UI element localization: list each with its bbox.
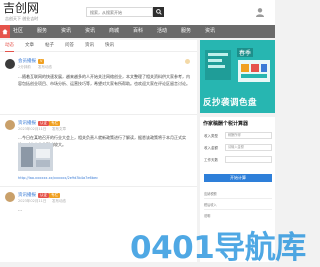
- main-nav: 社区 服务 资讯 资讯 商城 百科 活动 服务 资讯: [0, 25, 275, 38]
- divider: [204, 209, 272, 210]
- nav-item[interactable]: 服务: [37, 25, 47, 38]
- calc-label: 收入金额: [204, 146, 218, 150]
- post-author[interactable]: 资讯播报: [18, 120, 36, 126]
- ad-slogan: 反抄袭调色盘: [203, 98, 258, 108]
- more-icon[interactable]: [185, 59, 190, 64]
- post-time: 2分钟前: [18, 65, 31, 69]
- nav-item[interactable]: 资讯: [61, 25, 71, 38]
- nav-item[interactable]: 资讯: [205, 25, 215, 38]
- tab-dynamic[interactable]: 动态: [5, 40, 14, 52]
- nav-item[interactable]: 服务: [181, 25, 191, 38]
- tab-article[interactable]: 文章: [25, 40, 34, 51]
- column-badge: 专栏: [49, 193, 60, 198]
- post-source: 发布文章: [52, 127, 66, 131]
- post-source: 发布动态: [38, 65, 52, 69]
- post-source: 发布动态: [52, 199, 66, 203]
- calculator-title: 作家稿酬个税计算器: [203, 121, 249, 127]
- income-type-select[interactable]: 稿酬所得: [225, 132, 272, 139]
- post-time: 2023年02月11日: [18, 199, 47, 203]
- watermark: 0401导航库: [130, 230, 306, 266]
- avatar[interactable]: [5, 120, 15, 130]
- post-text: …随着互联网的快速发展，越来越多的人开始关注网络创业，本文整理了相关资料供大家参…: [18, 74, 190, 86]
- divider: [204, 198, 272, 199]
- result-label: 应纳税额: [204, 192, 217, 196]
- nav-home-button[interactable]: [0, 25, 10, 38]
- search-input[interactable]: [86, 7, 153, 17]
- site-tagline: 吉创天下 创业吉时: [5, 16, 39, 21]
- post-text: …: [18, 207, 22, 212]
- income-amount-placeholder: 请输入金额: [228, 145, 244, 149]
- nav-item[interactable]: 活动: [157, 25, 167, 38]
- column-badge: 专栏: [49, 121, 60, 126]
- site-logo[interactable]: 吉创网: [3, 2, 39, 15]
- avatar[interactable]: [5, 59, 15, 69]
- tab-post[interactable]: 帖子: [45, 40, 54, 51]
- nav-item[interactable]: 资讯: [85, 25, 95, 38]
- verified-badge: 认证: [38, 193, 49, 198]
- verified-badge: 认证: [38, 121, 49, 126]
- post-author[interactable]: 资讯播报: [18, 192, 36, 198]
- nav-item[interactable]: 百科: [133, 25, 143, 38]
- ad-label: 春季: [237, 48, 254, 57]
- nav-item[interactable]: 社区: [13, 25, 23, 38]
- site-header: 吉创网 吉创天下 创业吉时: [0, 0, 275, 25]
- image-thumbnail-icon: [18, 143, 53, 171]
- search-icon: [156, 9, 162, 15]
- nav-item[interactable]: 商城: [109, 25, 119, 38]
- calculate-button[interactable]: 开始计算: [204, 174, 272, 182]
- divider: [0, 114, 197, 115]
- calc-label: 工作天数: [204, 158, 218, 162]
- home-icon: [2, 29, 8, 35]
- divider: [0, 186, 197, 187]
- income-amount-field[interactable]: 请输入金额: [225, 144, 272, 151]
- ad-banner[interactable]: 春季 反抄袭调色盘: [200, 40, 275, 113]
- post-link[interactable]: http://lao.xxxxxx.xx/xxxxxx/2e9d3b4a7e6b…: [18, 176, 98, 180]
- search-button[interactable]: [153, 7, 164, 17]
- avatar[interactable]: [5, 192, 15, 202]
- post-author[interactable]: 会员播报: [18, 58, 36, 64]
- post-time: 2023年02月11日: [18, 127, 47, 131]
- result-label: 说明: [204, 214, 211, 218]
- vip-badge: V: [38, 59, 45, 64]
- tab-news[interactable]: 资讯: [85, 40, 94, 51]
- calc-label: 收入类型: [204, 134, 218, 138]
- post-image[interactable]: [18, 143, 53, 171]
- work-days-field[interactable]: [225, 156, 272, 163]
- income-type-value: 稿酬所得: [228, 133, 241, 137]
- tab-qa[interactable]: 问答: [65, 40, 74, 51]
- user-icon[interactable]: [255, 7, 265, 17]
- tab-flash[interactable]: 快讯: [105, 40, 114, 51]
- result-label: 税后收入: [204, 203, 217, 207]
- feed-tabs: 动态 文章 帖子 问答 资讯 快讯: [0, 40, 197, 52]
